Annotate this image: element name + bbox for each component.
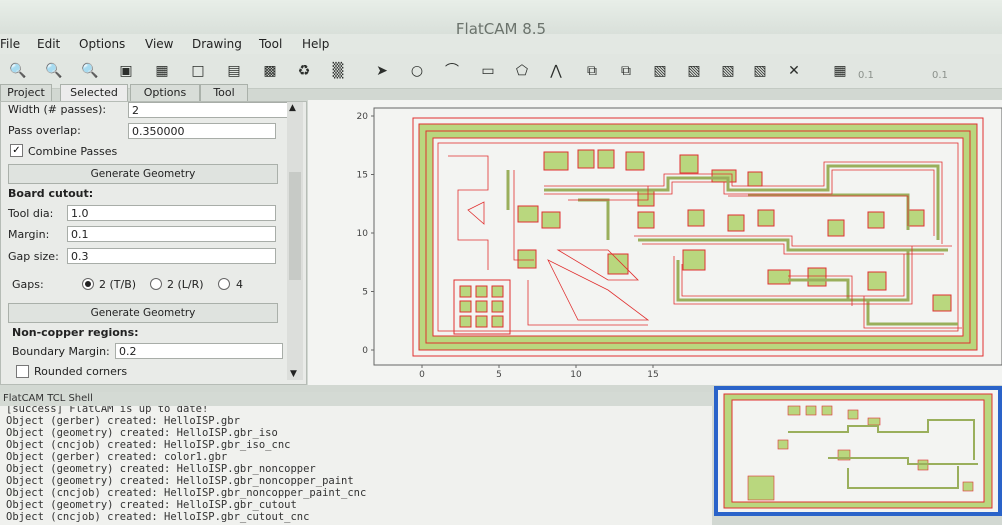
- generate-geometry-button-1[interactable]: Generate Geometry: [8, 164, 278, 184]
- shell-line: Object (cncjob) created: HelloISP.gbr_cu…: [6, 511, 310, 523]
- x-axis: 0 5 10 15: [419, 365, 659, 380]
- clear-plot-icon[interactable]: ▦: [152, 61, 172, 81]
- tool-dia-field[interactable]: 1.0: [67, 205, 276, 221]
- x-tick-label: 5: [496, 370, 502, 380]
- panel-scroll-thumb[interactable]: [289, 172, 301, 280]
- gaps-radio-lr[interactable]: [150, 278, 162, 290]
- plot-svg[interactable]: 20 15 10 5 0 0 5 10 15: [308, 100, 1002, 385]
- menu-help[interactable]: Help: [302, 37, 329, 51]
- combine-passes-checkbox[interactable]: ✓: [10, 144, 23, 157]
- combine-passes-label: Combine Passes: [28, 145, 118, 158]
- menu-options[interactable]: Options: [79, 37, 125, 51]
- zoom-in-icon[interactable]: 🔍: [44, 61, 64, 81]
- menu-bar: File Edit Options View Drawing Tool Help: [0, 34, 1002, 54]
- tool-dia-label: Tool dia:: [8, 207, 54, 220]
- rounded-corners-label: Rounded corners: [34, 365, 128, 378]
- gaps-radio-lr-label: 2 (L/R): [167, 278, 204, 291]
- y-axis: 20 15 10 5 0: [357, 112, 374, 356]
- x-tick-label: 10: [570, 370, 582, 380]
- gaps-label: Gaps:: [12, 278, 44, 291]
- pass-overlap-label: Pass overlap:: [8, 124, 81, 137]
- replot-icon[interactable]: ▣: [116, 61, 136, 81]
- width-passes-label: Width (# passes):: [8, 103, 107, 116]
- gap-size-label: Gap size:: [8, 250, 59, 263]
- new-file-icon[interactable]: □: [188, 61, 208, 81]
- circle-icon[interactable]: ○: [407, 61, 427, 81]
- tab-options[interactable]: Options: [130, 84, 200, 102]
- y-tick-label: 15: [357, 171, 368, 181]
- subtract-icon[interactable]: ▧: [718, 61, 738, 81]
- menu-view[interactable]: View: [145, 37, 173, 51]
- zoom-out-icon[interactable]: 🔍: [80, 61, 100, 81]
- copy-icon[interactable]: ⧉: [616, 61, 636, 81]
- polygon-icon[interactable]: ⬠: [512, 61, 532, 81]
- gaps-radio-4-label: 4: [236, 278, 243, 291]
- arc-icon[interactable]: ⌒: [442, 61, 462, 81]
- menu-tool[interactable]: Tool: [259, 37, 282, 51]
- shell-icon[interactable]: ▒: [328, 61, 348, 81]
- shell-line: Object (cncjob) created: HelloISP.gbr_no…: [6, 487, 367, 499]
- shell-line: [success] FlatCAM is up to date!: [6, 406, 209, 415]
- grid-y-value[interactable]: 0.1: [932, 70, 948, 81]
- shell-line: Object (geometry) created: HelloISP.gbr_…: [6, 463, 316, 475]
- select-icon[interactable]: ➤: [372, 61, 392, 81]
- intersection-icon[interactable]: ▧: [684, 61, 704, 81]
- shell-line: Object (gerber) created: HelloISP.gbr: [6, 415, 240, 427]
- margin-field[interactable]: 0.1: [67, 226, 276, 242]
- board-cutout-heading: Board cutout:: [8, 187, 94, 200]
- tcl-shell-title: FlatCAM TCL Shell: [0, 392, 715, 406]
- pass-overlap-field[interactable]: 0.350000: [128, 123, 276, 139]
- shell-line: Object (geometry) created: HelloISP.gbr_…: [6, 499, 297, 511]
- save-icon[interactable]: ▩: [260, 61, 280, 81]
- x-tick-label: 0: [419, 370, 425, 380]
- y-tick-label: 0: [362, 346, 368, 356]
- tab-project[interactable]: Project: [0, 84, 52, 102]
- notebook-tabs: Project Selected Options Tool: [0, 84, 250, 102]
- non-copper-heading: Non-copper regions:: [12, 326, 139, 339]
- grid-icon[interactable]: ▦: [830, 61, 850, 81]
- shell-line: Object (cncjob) created: HelloISP.gbr_is…: [6, 439, 291, 451]
- y-tick-label: 20: [357, 112, 369, 122]
- delete-icon[interactable]: ♻: [294, 61, 314, 81]
- width-passes-field[interactable]: 2: [128, 102, 288, 118]
- open-file-icon[interactable]: ▤: [224, 61, 244, 81]
- plot-canvas[interactable]: 20 15 10 5 0 0 5 10 15: [308, 100, 1002, 385]
- menu-edit[interactable]: Edit: [37, 37, 60, 51]
- minimap-svg: [723, 393, 993, 509]
- tcl-shell[interactable]: [success] FlatCAM is up to date! Object …: [0, 406, 712, 525]
- path-icon[interactable]: ⋀: [546, 61, 566, 81]
- title-bar: FlatCAM 8.5: [0, 0, 1002, 38]
- zoom-fit-icon[interactable]: 🔍: [8, 61, 28, 81]
- scroll-down-icon[interactable]: ▼: [290, 369, 297, 379]
- gaps-radio-tb[interactable]: [82, 278, 94, 290]
- pcb-board: [412, 117, 984, 357]
- move-icon[interactable]: ⧉: [582, 61, 602, 81]
- tab-tool[interactable]: Tool: [200, 84, 248, 102]
- gap-size-field[interactable]: 0.3: [67, 248, 276, 264]
- boundary-margin-label: Boundary Margin:: [12, 345, 110, 358]
- y-tick-label: 5: [362, 288, 368, 298]
- menu-file[interactable]: File: [0, 37, 20, 51]
- gaps-radio-4[interactable]: [218, 278, 230, 290]
- menu-drawing[interactable]: Drawing: [192, 37, 242, 51]
- overview-minimap[interactable]: [714, 386, 1002, 516]
- union-icon[interactable]: ▧: [650, 61, 670, 81]
- x-tick-label: 15: [647, 370, 658, 380]
- shell-line: Object (gerber) created: color1.gbr: [6, 451, 228, 463]
- tab-selected[interactable]: Selected: [60, 84, 128, 102]
- margin-label: Margin:: [8, 228, 50, 241]
- boundary-margin-field[interactable]: 0.2: [115, 343, 283, 359]
- gaps-radio-tb-label: 2 (T/B): [99, 278, 137, 291]
- shell-line: Object (geometry) created: HelloISP.gbr_…: [6, 475, 354, 487]
- cut-icon[interactable]: ▧: [750, 61, 770, 81]
- cancel-icon[interactable]: ✕: [784, 61, 804, 81]
- shell-line: Object (geometry) created: HelloISP.gbr_…: [6, 427, 278, 439]
- generate-geometry-button-2[interactable]: Generate Geometry: [8, 303, 278, 323]
- rounded-corners-checkbox[interactable]: [16, 365, 29, 378]
- y-tick-label: 10: [357, 229, 369, 239]
- rectangle-icon[interactable]: ▭: [478, 61, 498, 81]
- scroll-up-icon[interactable]: ▲: [289, 103, 296, 113]
- grid-x-value[interactable]: 0.1: [858, 70, 874, 81]
